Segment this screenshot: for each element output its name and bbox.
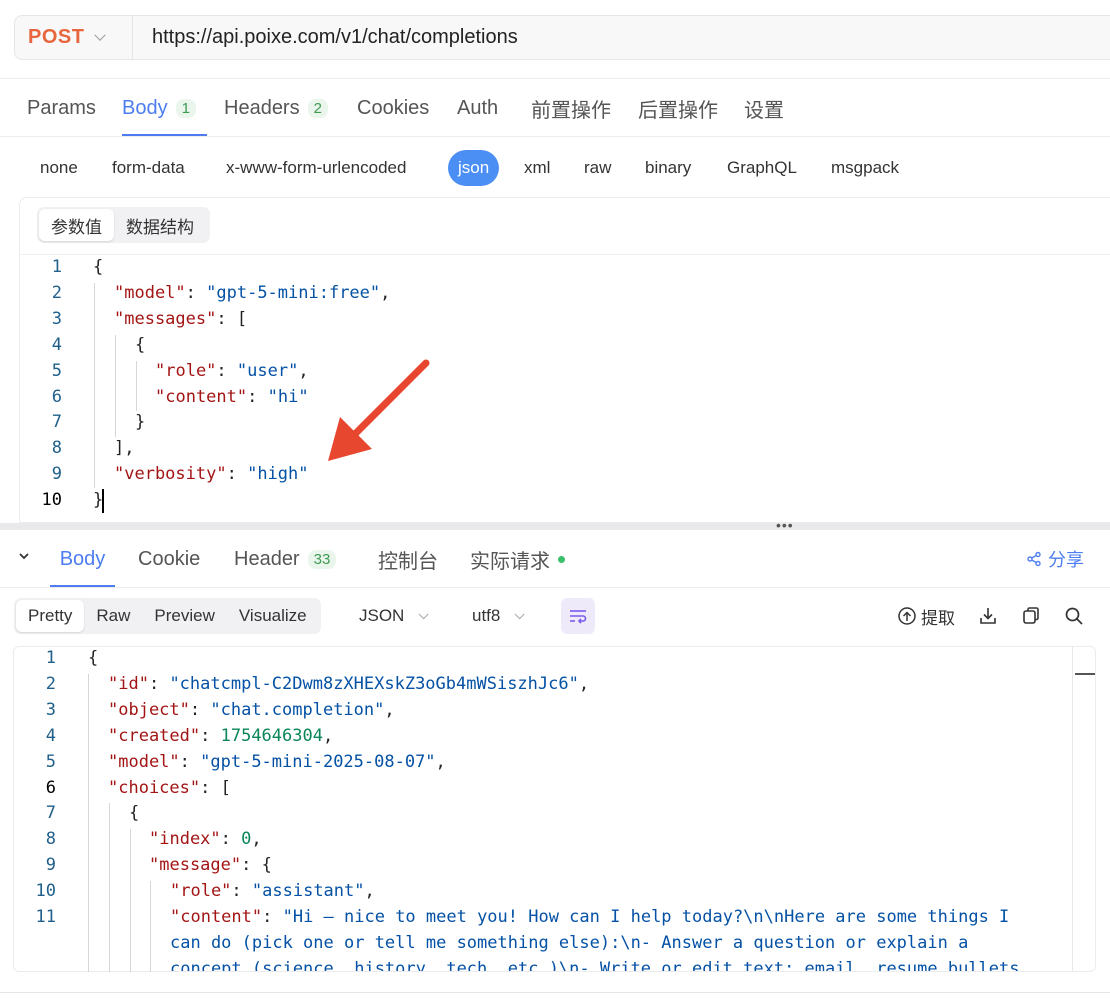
code-line: { [88,648,99,668]
json-key: "id" [108,674,149,694]
json-string: "chat.completion" [210,700,385,720]
json-number: 0 [241,829,252,849]
json-key: "object" [108,700,190,720]
code-line: "choices": [ [108,778,231,798]
json-string: "assistant" [251,881,365,901]
json-key: "choices" [108,778,201,798]
json-string-continuation: concept (science, history, tech, etc.)\n… [170,959,1020,971]
scrollbar[interactable] [1072,646,1096,972]
scroll-position-marker [1075,673,1095,675]
code-line: "index": 0, [149,829,262,849]
code-line: "message": { [149,855,272,875]
json-key: "model" [108,752,180,772]
divider [0,992,1110,993]
response-code: { "id": "chatcmpl-C2Dwm8zXHEXskZ3oGb4mWS… [0,0,1072,971]
code-line: "content": "Hi — nice to meet you! How c… [170,907,1010,927]
json-key: "content" [170,907,263,927]
json-number: 1754646304 [220,726,323,746]
json-string: "chatcmpl-C2Dwm8zXHEXskZ3oGb4mWSiszhJc6" [169,674,579,694]
code-line: "object": "chat.completion", [108,700,395,720]
code-line: { [129,803,140,823]
code-line: "created": 1754646304, [108,726,334,746]
json-key: "role" [170,881,232,901]
json-string-continuation: can do (pick one or tell me something el… [170,933,969,953]
code-line: "id": "chatcmpl-C2Dwm8zXHEXskZ3oGb4mWSis… [108,674,590,694]
json-string: "Hi — nice to meet you! How can I help t… [282,907,1010,927]
json-key: "created" [108,726,201,746]
json-string: "gpt-5-mini-2025-08-07" [200,752,436,772]
json-key: "index" [149,829,221,849]
code-line: "model": "gpt-5-mini-2025-08-07", [108,752,446,772]
json-key: "message" [149,855,242,875]
code-line: "role": "assistant", [170,881,375,901]
